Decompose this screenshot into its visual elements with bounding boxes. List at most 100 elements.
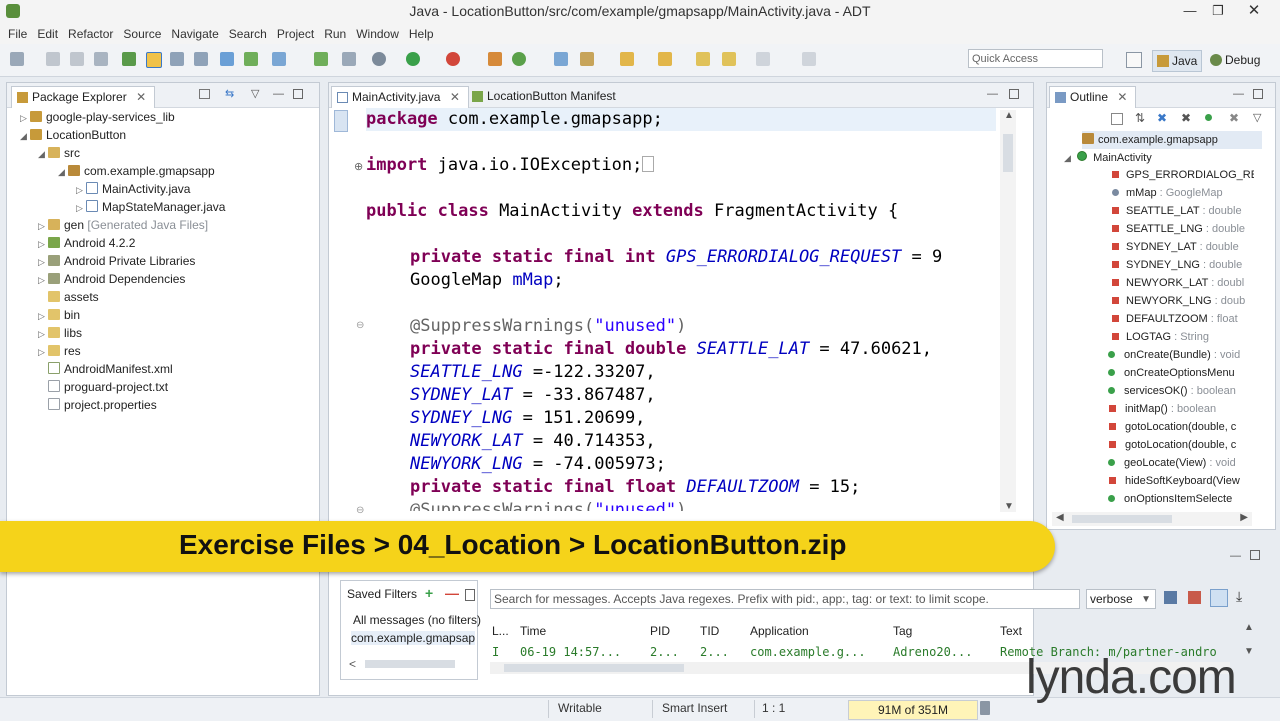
scrollbar-thumb[interactable] [504,664,684,672]
menu-edit[interactable]: Edit [32,24,63,44]
outline-member[interactable]: initMap() : boolean [1108,400,1254,418]
forward-icon[interactable] [756,52,770,66]
new-java-project-icon[interactable] [220,52,234,66]
trash-icon[interactable] [980,701,990,715]
add-filter-icon[interactable]: + [425,585,433,601]
scroll-up-icon[interactable]: ▲ [1004,110,1014,121]
prev-annotation-icon[interactable] [658,52,672,66]
toggle-mark-icon[interactable] [146,52,162,68]
hide-fields-icon[interactable]: ✖ [1157,111,1167,125]
external-tools-icon[interactable] [446,52,460,66]
editor-vertical-scrollbar[interactable]: ▲ ▼ [1000,110,1016,512]
tab-outline[interactable]: Outline ✕ [1049,86,1137,108]
menu-project[interactable]: Project [272,24,319,44]
outline-member[interactable]: servicesOK() : boolean [1108,382,1254,400]
col-tag[interactable]: Tag [893,624,912,638]
col-level[interactable]: L... [492,624,509,638]
collapse-all-icon[interactable] [1111,113,1123,125]
scroll-left-icon[interactable]: ◀ [1056,512,1064,523]
outline-horizontal-scrollbar[interactable]: ◀ ▶ [1052,512,1252,526]
outline-member[interactable]: onCreateOptionsMenu [1108,364,1254,382]
folded-imports-icon[interactable] [642,156,655,172]
tree-item-src[interactable]: ◢ src [38,144,80,162]
minimize-outline-icon[interactable]: — [1233,89,1244,100]
tree-item-mainactivity-java[interactable]: ▷ MainActivity.java [76,180,190,198]
close-tab-icon[interactable]: ✕ [450,90,460,104]
restore-button[interactable]: ❐ [1200,0,1236,24]
pen-icon[interactable] [580,52,594,66]
open-type-icon[interactable] [512,52,526,66]
close-button[interactable]: ✕ [1236,0,1272,24]
tree-item-android-private-libraries[interactable]: ▷ Android Private Libraries [38,252,195,270]
edit-filter-icon[interactable] [465,589,475,601]
tree-item-android-dependencies[interactable]: ▷ Android Dependencies [38,270,185,288]
outline-member[interactable]: onCreate(Bundle) : void [1108,346,1254,364]
tree-item-res[interactable]: ▷ res [38,342,81,360]
outline-member[interactable]: DEFAULTZOOM : float [1112,310,1254,328]
fold-import-icon[interactable]: ⊕ [354,160,363,173]
tab-mainactivity-java[interactable]: MainActivity.java ✕ [331,86,469,108]
menu-refactor[interactable]: Refactor [63,24,118,44]
fold-annotation-icon-2[interactable]: ⊖ [356,505,364,516]
scroll-up-icon[interactable]: ▲ [1244,622,1254,633]
back-history-icon[interactable] [722,52,736,66]
log-level-select[interactable]: verbose ▼ [1086,589,1156,609]
collapse-all-icon[interactable] [199,89,210,99]
tree-item-gen[interactable]: ▷ gen [Generated Java Files] [38,216,208,234]
pin-icon[interactable] [802,52,816,66]
scrollbar-thumb[interactable] [1072,515,1172,523]
outline-member[interactable]: gotoLocation(double, c [1108,418,1254,436]
next-annotation-icon[interactable] [620,52,634,66]
view-menu-icon[interactable]: ▽ [251,89,261,100]
remove-filter-icon[interactable]: — [445,585,459,601]
tree-item-google-play-services-lib[interactable]: ▷ google-play-services_lib [20,108,175,126]
menu-run[interactable]: Run [319,24,351,44]
display-saved-filters-icon[interactable] [1210,589,1228,607]
outline-member[interactable]: gotoLocation(double, c [1108,436,1254,454]
new-android-icon[interactable] [244,52,258,66]
maximize-editor-icon[interactable] [1009,89,1019,99]
sort-icon[interactable]: ⇅ [1135,111,1145,125]
new-class-icon[interactable] [488,52,502,66]
outline-member[interactable]: NEWYORK_LNG : doub [1112,292,1254,310]
minimize-view-icon[interactable]: — [273,89,284,100]
hide-static-icon[interactable]: ✖ [1181,111,1191,125]
logcat-search-input[interactable]: Search for messages. Accepts Java regexe… [490,589,1080,609]
tree-item-project-properties[interactable]: project.properties [48,396,157,414]
hide-local-types-icon[interactable]: ✖ [1229,111,1239,125]
minimize-console-icon[interactable]: — [1230,550,1241,562]
outline-class[interactable]: ◢ MainActivity [1064,149,1152,167]
menu-navigate[interactable]: Navigate [166,24,223,44]
debug-icon[interactable] [372,52,386,66]
logcat-icon[interactable] [194,52,208,66]
scroll-lock-icon[interactable]: ⤓ [1236,588,1242,605]
tree-item-libs[interactable]: ▷ libs [38,324,82,342]
print-icon[interactable] [94,52,108,66]
tree-item-bin[interactable]: ▷ bin [38,306,80,324]
scrollbar-thumb[interactable] [1003,134,1013,172]
run-icon[interactable] [406,52,420,66]
maximize-view-icon[interactable] [293,89,303,99]
tree-item-package[interactable]: ◢ com.example.gmapsapp [58,162,215,180]
tab-locationbutton-manifest[interactable]: LocationButton Manifest [467,86,624,107]
col-application[interactable]: Application [750,624,809,638]
outline-member[interactable]: geoLocate(View) : void [1108,454,1254,472]
maximize-outline-icon[interactable] [1253,89,1263,99]
save-log-icon[interactable] [1164,591,1177,604]
menu-file[interactable]: File [3,24,32,44]
outline-package[interactable]: com.example.gmapsapp [1082,131,1262,149]
menu-source[interactable]: Source [118,24,166,44]
filter-all-messages[interactable]: All messages (no filters) [353,613,481,627]
close-tab-icon[interactable]: ✕ [1117,90,1127,104]
outline-member[interactable]: LOGTAG : String [1112,328,1254,346]
scroll-down-icon[interactable]: ▼ [1004,501,1014,512]
save-all-icon[interactable] [70,52,84,66]
console-icon[interactable] [170,52,184,66]
tree-item-android-4-2-2[interactable]: ▷ Android 4.2.2 [38,234,135,252]
java-perspective-button[interactable]: Java [1152,50,1203,72]
outline-member[interactable]: SYDNEY_LAT : double [1112,238,1254,256]
quick-access-input[interactable]: Quick Access [968,49,1103,68]
link-with-editor-icon[interactable]: ⇆ [225,89,235,100]
outline-member[interactable]: onOptionsItemSelecte [1108,490,1254,508]
outline-member[interactable]: SEATTLE_LNG : double [1112,220,1254,238]
